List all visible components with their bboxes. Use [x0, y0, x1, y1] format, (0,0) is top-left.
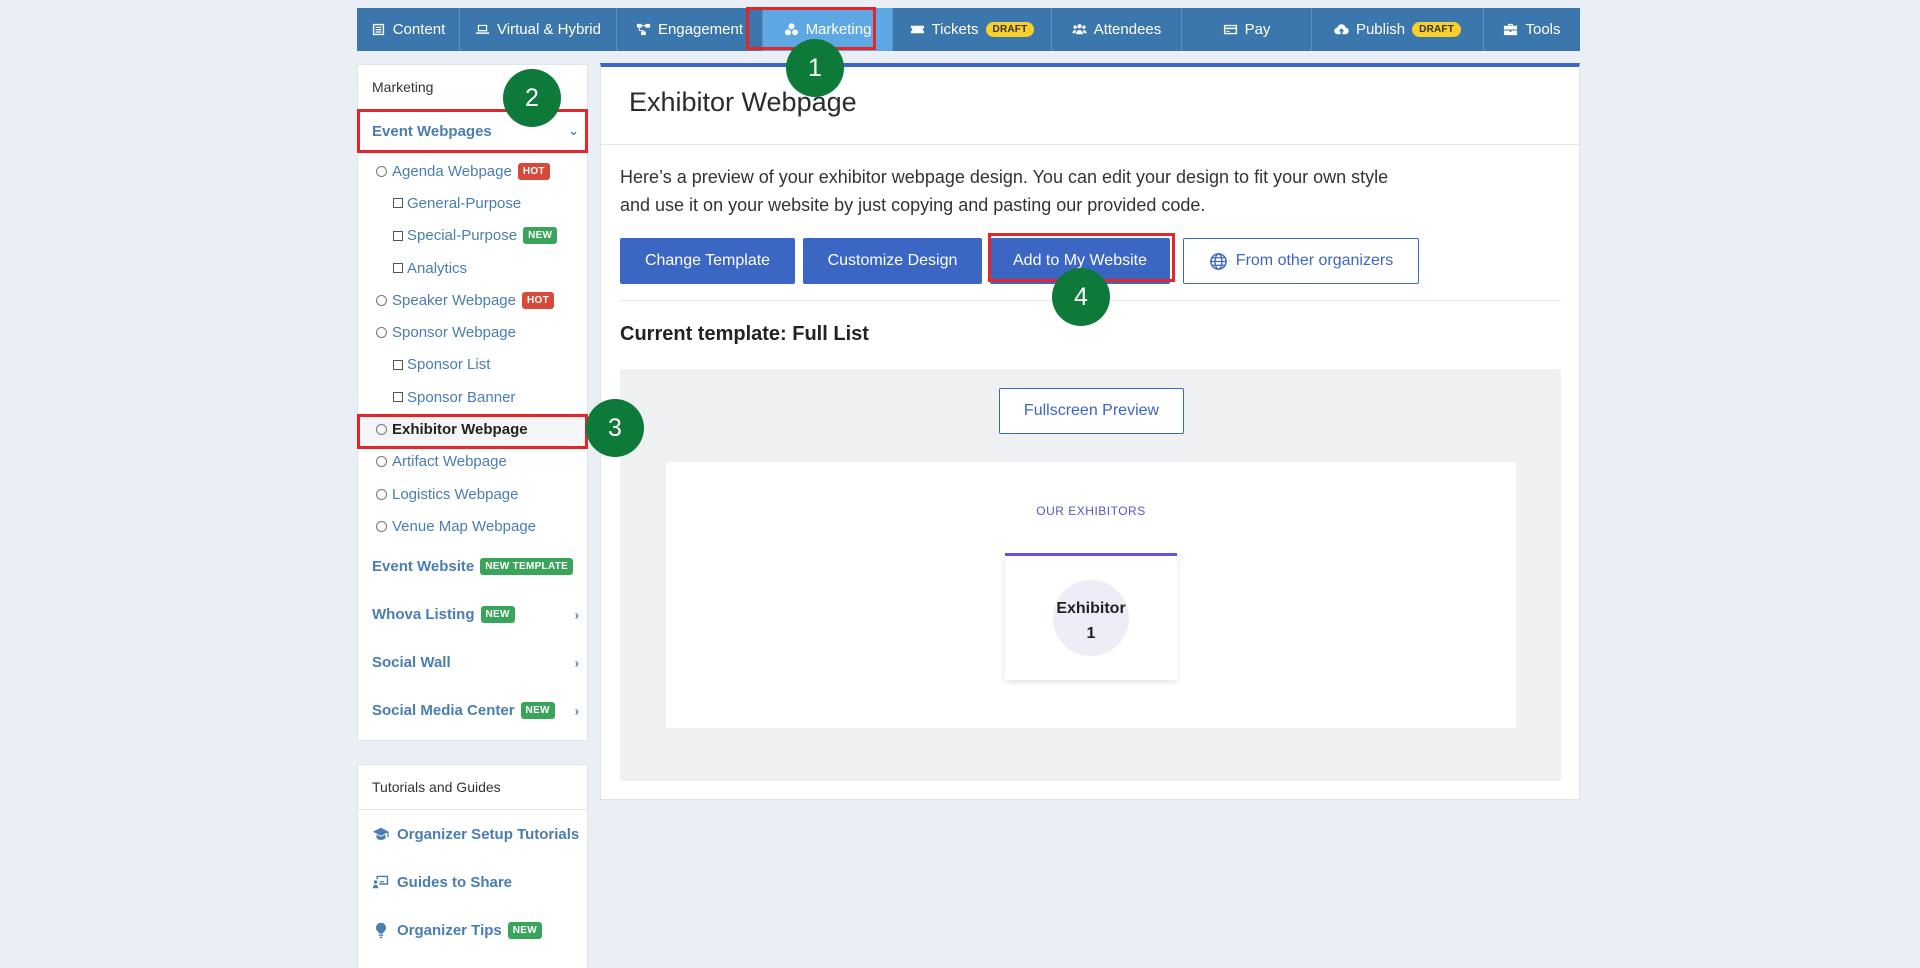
sidebar: Marketing Event Webpages ⌄ Agenda Webpag…	[357, 64, 588, 741]
circle-bullet-icon	[376, 488, 387, 500]
new-badge: NEW	[480, 606, 515, 624]
top-navigation: Content Virtual & Hybrid Engagement Mark…	[357, 8, 1580, 51]
new-badge: NEW	[520, 702, 555, 720]
preview-area: Fullscreen Preview OUR EXHIBITORS Exhibi…	[620, 369, 1561, 781]
attendees-icon	[1072, 22, 1087, 37]
ticket-icon	[910, 22, 925, 37]
sidebar-item-logistics-webpage[interactable]: Logistics Webpage	[358, 478, 587, 510]
section-label: OUR EXHIBITORS	[1036, 504, 1146, 518]
nav-content[interactable]: Content	[357, 8, 460, 51]
chevron-right-icon: ›	[574, 703, 579, 719]
circle-bullet-icon	[376, 294, 387, 306]
sidebar-item-agenda-webpage[interactable]: Agenda Webpage HOT	[358, 155, 587, 187]
nav-tickets[interactable]: Tickets DRAFT	[893, 8, 1052, 51]
nav-tools[interactable]: Tools	[1484, 8, 1580, 51]
chevron-right-icon: ›	[574, 655, 579, 671]
main-panel: Exhibitor Webpage Here’s a preview of yo…	[600, 63, 1580, 800]
customize-design-button[interactable]: Customize Design	[803, 238, 982, 284]
circle-bullet-icon	[376, 456, 387, 468]
square-bullet-icon	[393, 392, 403, 403]
step-marker-3: 3	[586, 399, 644, 457]
page-title: Exhibitor Webpage	[601, 67, 1579, 145]
draft-badge: DRAFT	[985, 22, 1035, 37]
square-bullet-icon	[393, 230, 403, 241]
exhibitor-name: Exhibitor 1	[1056, 600, 1126, 642]
nav-publish[interactable]: Publish DRAFT	[1312, 8, 1484, 51]
nav-engagement[interactable]: Engagement	[617, 8, 763, 51]
laptop-icon	[475, 22, 490, 37]
graduation-cap-icon	[372, 827, 389, 840]
step-marker-1: 1	[786, 39, 844, 97]
cloud-upload-icon	[1334, 22, 1349, 37]
card-icon	[1223, 22, 1238, 37]
from-other-organizers-button[interactable]: From other organizers	[1183, 238, 1419, 284]
tutorial-item-tips[interactable]: Organizer Tips NEW	[358, 906, 587, 954]
presentation-icon	[372, 875, 389, 889]
circle-bullet-icon	[376, 424, 387, 436]
page-description: Here’s a preview of your exhibitor webpa…	[620, 167, 1389, 215]
sidebar-item-whova-listing[interactable]: Whova Listing NEW ›	[358, 591, 587, 639]
exhibitor-card[interactable]: Exhibitor 1	[1005, 553, 1177, 680]
sidebar-item-sponsor-banner[interactable]: Sponsor Banner	[358, 381, 587, 413]
nav-virtual-hybrid[interactable]: Virtual & Hybrid	[460, 8, 617, 51]
tutorial-item-guides[interactable]: Guides to Share	[358, 858, 587, 906]
tutorial-item-setup[interactable]: Organizer Setup Tutorials	[358, 810, 587, 858]
change-template-button[interactable]: Change Template	[620, 238, 795, 284]
lightbulb-icon	[376, 922, 386, 939]
content-icon	[371, 22, 386, 37]
sidebar-item-special-purpose[interactable]: Special-Purpose NEW	[358, 220, 587, 252]
sidebar-item-social-media-center[interactable]: Social Media Center NEW ›	[358, 687, 587, 735]
sidebar-item-artifact-webpage[interactable]: Artifact Webpage	[358, 446, 587, 478]
sidebar-item-analytics[interactable]: Analytics	[358, 252, 587, 284]
sidebar-item-venue-map-webpage[interactable]: Venue Map Webpage	[358, 510, 587, 542]
chevron-down-icon: ⌄	[568, 123, 579, 138]
new-badge: NEW	[507, 921, 542, 939]
current-template-label: Current template: Full List	[620, 323, 869, 345]
webpage-preview: OUR EXHIBITORS Exhibitor 1	[666, 462, 1516, 728]
globe-icon	[1209, 252, 1227, 270]
circle-bullet-icon	[376, 327, 387, 339]
nav-attendees[interactable]: Attendees	[1052, 8, 1182, 51]
sidebar-item-sponsor-list[interactable]: Sponsor List	[358, 349, 587, 381]
nav-pay[interactable]: Pay	[1182, 8, 1312, 51]
square-bullet-icon	[393, 359, 403, 370]
sidebar-item-event-website[interactable]: Event Website NEW TEMPLATE	[358, 543, 587, 591]
hot-badge: HOT	[521, 291, 554, 309]
toolbox-icon	[1503, 22, 1518, 37]
step-marker-2: 2	[503, 69, 561, 127]
new-template-badge: NEW TEMPLATE	[480, 558, 574, 576]
fullscreen-preview-button[interactable]: Fullscreen Preview	[999, 388, 1184, 434]
square-bullet-icon	[393, 198, 403, 209]
engagement-icon	[636, 22, 651, 37]
draft-badge: DRAFT	[1412, 22, 1462, 37]
step-marker-4: 4	[1052, 268, 1110, 326]
chevron-right-icon: ›	[574, 607, 579, 623]
hot-badge: HOT	[517, 162, 550, 180]
tutorials-panel: Tutorials and Guides Organizer Setup Tut…	[357, 764, 588, 968]
circle-bullet-icon	[376, 520, 387, 532]
marketing-icon	[784, 22, 799, 37]
sidebar-item-speaker-webpage[interactable]: Speaker Webpage HOT	[358, 284, 587, 316]
sidebar-item-sponsor-webpage[interactable]: Sponsor Webpage	[358, 316, 587, 348]
sidebar-item-general-purpose[interactable]: General-Purpose	[358, 187, 587, 219]
circle-bullet-icon	[376, 165, 387, 177]
new-badge: NEW	[523, 227, 558, 245]
square-bullet-icon	[393, 263, 403, 274]
tutorials-heading: Tutorials and Guides	[358, 765, 587, 810]
sidebar-item-social-wall[interactable]: Social Wall ›	[358, 639, 587, 687]
sidebar-item-exhibitor-webpage[interactable]: Exhibitor Webpage	[358, 413, 587, 446]
